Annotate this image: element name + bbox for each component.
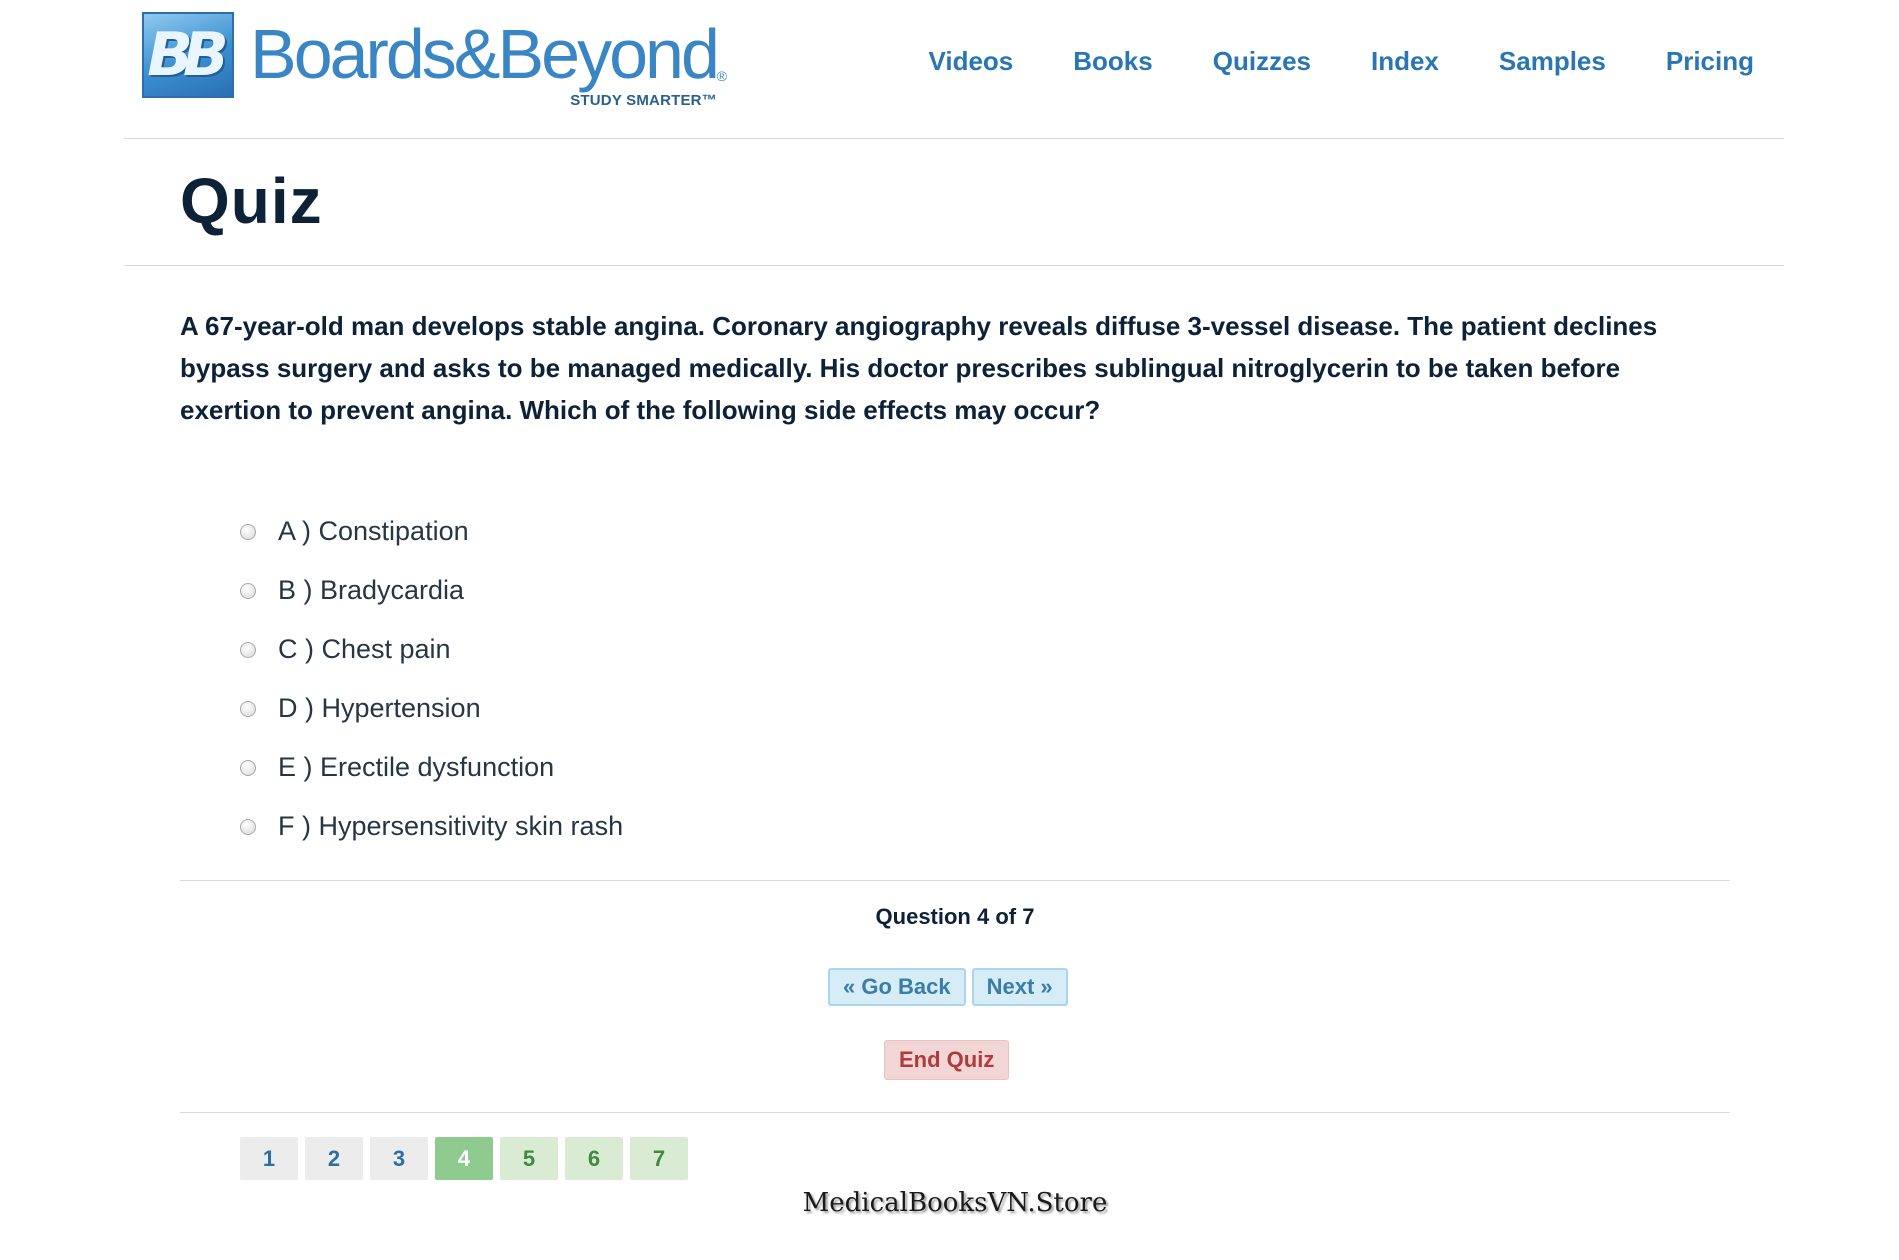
answer-option-a[interactable]: A ) Constipation (240, 502, 623, 561)
nav-pricing[interactable]: Pricing (1666, 46, 1754, 77)
answer-label[interactable]: A ) Constipation (278, 516, 469, 547)
answer-option-e[interactable]: E ) Erectile dysfunction (240, 738, 623, 797)
page-title: Quiz (180, 165, 323, 237)
go-back-button[interactable]: « Go Back (828, 968, 966, 1006)
logo-mark-text: BB (147, 20, 229, 90)
answer-label[interactable]: F ) Hypersensitivity skin rash (278, 811, 623, 842)
page-button-2[interactable]: 2 (305, 1137, 363, 1180)
question-counter: Question 4 of 7 (875, 904, 1035, 929)
page-button-7[interactable]: 7 (630, 1137, 688, 1180)
site-header: BB Boards&Beyond ® STUDY SMARTER™ Videos… (124, 0, 1784, 139)
registered-mark: ® (716, 68, 727, 84)
logo-text: Boards&Beyond ® STUDY SMARTER™ (250, 12, 727, 109)
radio-button[interactable] (240, 700, 256, 717)
logo-wordmark: Boards&Beyond (250, 15, 720, 93)
question-pager: 1 2 3 4 5 6 7 (240, 1137, 688, 1180)
end-quiz-button[interactable]: End Quiz (884, 1040, 1010, 1080)
nav-quizzes[interactable]: Quizzes (1213, 46, 1311, 77)
question-nav-buttons: « Go Back Next » (828, 968, 1068, 1006)
divider (180, 1112, 1730, 1113)
radio-button[interactable] (240, 641, 256, 658)
nav-videos[interactable]: Videos (928, 46, 1013, 77)
answer-list: A ) Constipation B ) Bradycardia C ) Che… (240, 502, 623, 856)
radio-button[interactable] (240, 523, 256, 540)
answer-label[interactable]: D ) Hypertension (278, 693, 481, 724)
boards-and-beyond-logo[interactable]: BB Boards&Beyond ® STUDY SMARTER™ (142, 12, 727, 109)
answer-option-c[interactable]: C ) Chest pain (240, 620, 623, 679)
divider (180, 880, 1730, 881)
answer-label[interactable]: C ) Chest pain (278, 634, 451, 665)
logo-tagline: STUDY SMARTER™ (570, 92, 717, 109)
watermark-text: MedicalBooksVN.Store (802, 1188, 1108, 1218)
page-button-1[interactable]: 1 (240, 1137, 298, 1180)
radio-button[interactable] (240, 759, 256, 776)
answer-label[interactable]: E ) Erectile dysfunction (278, 752, 554, 783)
radio-button[interactable] (240, 582, 256, 599)
radio-button[interactable] (240, 818, 256, 835)
main-nav: Videos Books Quizzes Index Samples Prici… (928, 46, 1754, 77)
nav-index[interactable]: Index (1371, 46, 1439, 77)
answer-option-f[interactable]: F ) Hypersensitivity skin rash (240, 797, 623, 856)
nav-samples[interactable]: Samples (1499, 46, 1606, 77)
page-button-4-current[interactable]: 4 (435, 1137, 493, 1180)
answer-option-b[interactable]: B ) Bradycardia (240, 561, 623, 620)
question-stem: A 67-year-old man develops stable angina… (180, 311, 1658, 425)
answer-option-d[interactable]: D ) Hypertension (240, 679, 623, 738)
page-button-6[interactable]: 6 (565, 1137, 623, 1180)
page-title-section: Quiz (124, 138, 1784, 266)
next-button[interactable]: Next » (971, 968, 1068, 1006)
nav-books[interactable]: Books (1073, 46, 1152, 77)
page-button-3[interactable]: 3 (370, 1137, 428, 1180)
answer-label[interactable]: B ) Bradycardia (278, 575, 464, 606)
logo-mark: BB (142, 12, 234, 98)
page-button-5[interactable]: 5 (500, 1137, 558, 1180)
